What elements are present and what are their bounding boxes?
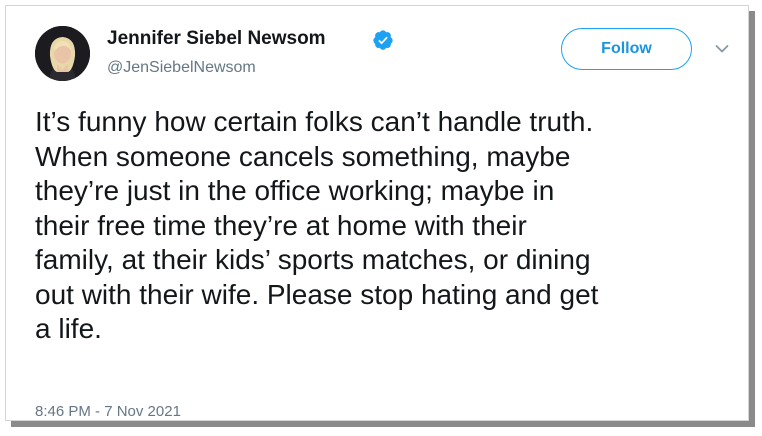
follow-button[interactable]: Follow: [561, 28, 692, 70]
tweet-card: Jennifer Siebel Newsom @JenSiebelNewsom …: [5, 5, 749, 421]
tweet-text-line: they’re just in the office working; mayb…: [35, 175, 555, 206]
verified-badge-icon: [373, 30, 393, 50]
tweet-text-line: It’s funny how certain folks can’t handl…: [35, 106, 594, 137]
tweet-text-line: family, at their kids’ sports matches, o…: [35, 244, 591, 275]
tweet-text: It’s funny how certain folks can’t handl…: [35, 105, 745, 347]
tweet-text-line: their free time they’re at home with the…: [35, 209, 527, 241]
author-handle[interactable]: @JenSiebelNewsom: [107, 59, 256, 77]
tweet-text-line: out with their wife. Please stop hating …: [35, 278, 599, 310]
tweet-timestamp[interactable]: 8:46 PM - 7 Nov 2021: [35, 403, 181, 420]
chevron-down-icon[interactable]: [715, 44, 729, 54]
author-display-name[interactable]: Jennifer Siebel Newsom: [107, 28, 326, 50]
tweet-text-line: When someone cancels something, maybe: [35, 140, 571, 172]
tweet-text-line: a life.: [35, 313, 102, 344]
avatar-photo-icon: [35, 26, 90, 81]
avatar[interactable]: [35, 26, 90, 81]
